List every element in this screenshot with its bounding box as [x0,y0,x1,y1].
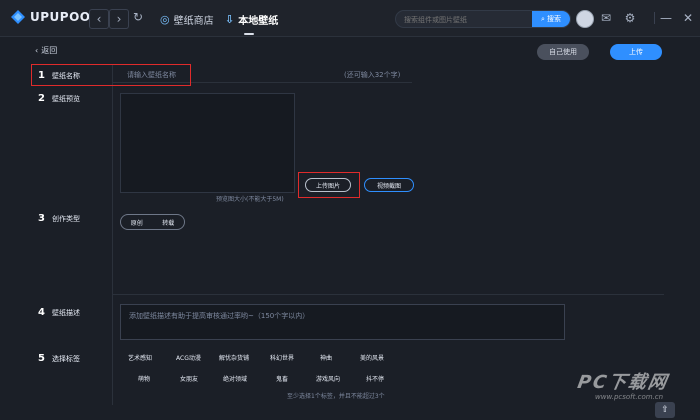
mail-button[interactable]: ✉ [598,10,614,26]
tags-label: 选择标签 [52,355,80,363]
watermark: PC下载网 [575,372,670,393]
back-label: 返回 [41,46,58,55]
tags-note: 至少选择1个标签，并且不能超过3个 [287,393,385,400]
tag-item[interactable]: 游戏风向 [316,374,340,383]
watermark-url: www.pcsoft.com.cn [595,393,664,401]
nav-local-wallpaper[interactable]: ⇩ 本地壁纸 [225,10,278,28]
desc-label: 壁纸描述 [52,309,80,317]
step-number: 5 [38,353,45,364]
tags-label-row: 5 选择标签 [38,353,80,364]
mail-icon: ✉ [600,11,612,25]
preview-label-row: 2 壁纸预览 [38,93,80,104]
search-icon: ⌕ [541,14,545,23]
tag-item[interactable]: 鬼畜 [276,374,288,383]
type-label-row: 3 创作类型 [38,213,80,224]
minimize-icon: — [660,11,672,25]
wallpaper-preview [120,93,295,193]
refresh-icon: ↻ [133,10,144,24]
nav-back-button[interactable]: ‹ [89,9,109,29]
settings-button[interactable]: ⚙ [622,10,638,26]
back-link[interactable]: ‹ 返回 [35,45,57,56]
nav-forward-button[interactable]: › [109,9,129,29]
minimize-button[interactable]: — [658,10,674,26]
top-bar: UPUPOO ‹ › ↻ ◎ 壁纸商店 ⇩ 本地壁纸 ⌕ 搜索 ✉ ⚙ — ✕ [0,0,700,37]
tag-item[interactable]: 绝对领域 [223,374,247,383]
preview-label: 壁纸预览 [52,95,80,103]
description-box [120,304,565,340]
desc-label-row: 4 壁纸描述 [38,307,80,318]
refresh-button[interactable]: ↻ [133,10,149,26]
logo-text: UPUPOO [30,10,91,24]
corner-upload-button[interactable]: ⇧ [655,402,675,418]
step-number: 4 [38,307,45,318]
avatar[interactable] [576,10,594,28]
step-number: 3 [38,213,45,224]
tag-item[interactable]: ACG动漫 [176,353,201,362]
preview-size-tip: 预览图大小(不能大于5M) [216,196,284,203]
active-tab-indicator [244,33,254,35]
search-bar: ⌕ 搜索 [395,10,571,28]
tag-item[interactable]: 美的风景 [360,353,384,362]
name-char-hint: (还可输入32个字) [344,71,401,79]
gear-icon: ⚙ [624,11,636,25]
nav-local-wallpaper-label: 本地壁纸 [238,15,279,27]
tag-item[interactable]: 解忧杂货铺 [219,353,249,362]
type-label: 创作类型 [52,215,80,223]
creation-type-toggle: 原创 转载 [120,214,185,230]
store-icon: ◎ [160,12,170,26]
step-number: 2 [38,93,45,104]
nav-wallpaper-store[interactable]: ◎ 壁纸商店 [160,10,214,28]
close-button[interactable]: ✕ [680,10,696,26]
search-button-label: 搜索 [546,15,561,23]
description-textarea[interactable] [121,305,564,339]
chevron-left-icon: ‹ [96,12,102,26]
tag-item[interactable]: 神曲 [320,353,332,362]
search-input[interactable] [396,11,536,27]
upupoo-logo-icon [10,9,26,25]
form-divider-vertical [112,65,113,405]
video-screenshot-button[interactable]: 视频截图 [364,178,414,192]
section-divider [112,294,664,295]
type-repost-option[interactable]: 转载 [162,218,174,227]
tag-item[interactable]: 科幻世界 [270,353,294,362]
tag-item[interactable]: 抖不停 [366,374,384,383]
chevron-left-icon: ‹ [35,46,39,55]
nav-wallpaper-store-label: 壁纸商店 [173,15,214,27]
type-original-option[interactable]: 原创 [131,218,143,227]
toolbar-divider [654,12,655,24]
tag-item[interactable]: 萌物 [138,374,150,383]
app-logo: UPUPOO [10,8,90,26]
upload-icon: ⇧ [661,405,669,415]
use-self-button[interactable]: 自己使用 [537,44,589,60]
search-button[interactable]: ⌕ 搜索 [532,11,570,27]
tag-item[interactable]: 女朋友 [180,374,198,383]
chevron-right-icon: › [116,12,122,26]
close-icon: ✕ [682,11,694,25]
wallpaper-name-input[interactable] [125,67,339,83]
tag-item[interactable]: 艺术感知 [128,353,152,362]
upload-picture-button[interactable]: 上传图片 [305,178,351,192]
upload-button[interactable]: 上传 [610,44,662,60]
download-icon: ⇩ [225,12,235,26]
